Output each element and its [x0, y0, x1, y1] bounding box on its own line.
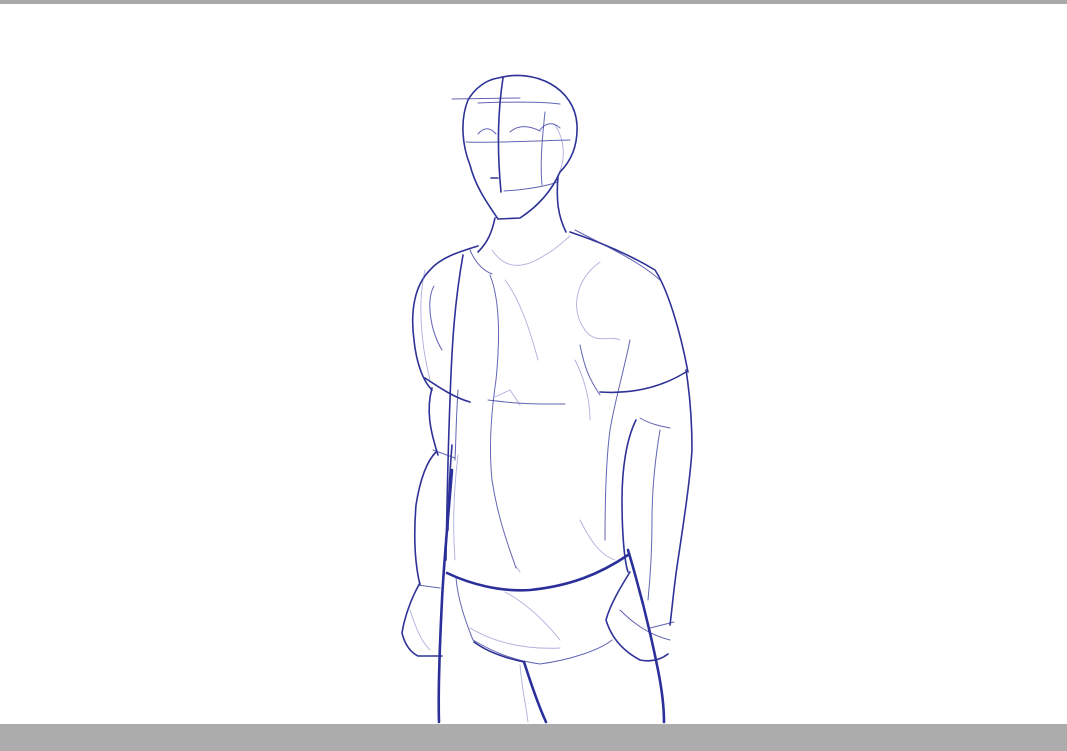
drawing-canvas[interactable] — [0, 4, 1067, 724]
drawing-app-window — [0, 0, 1067, 751]
shirt-sketch — [411, 229, 689, 573]
figure-sketch — [401, 74, 693, 724]
waist-sketch — [445, 553, 630, 665]
right-arm-sketch — [605, 369, 693, 724]
bottom-status-strip — [0, 724, 1067, 751]
head-sketch — [451, 74, 578, 220]
legs-sketch — [519, 660, 548, 724]
left-arm-sketch — [401, 387, 459, 724]
